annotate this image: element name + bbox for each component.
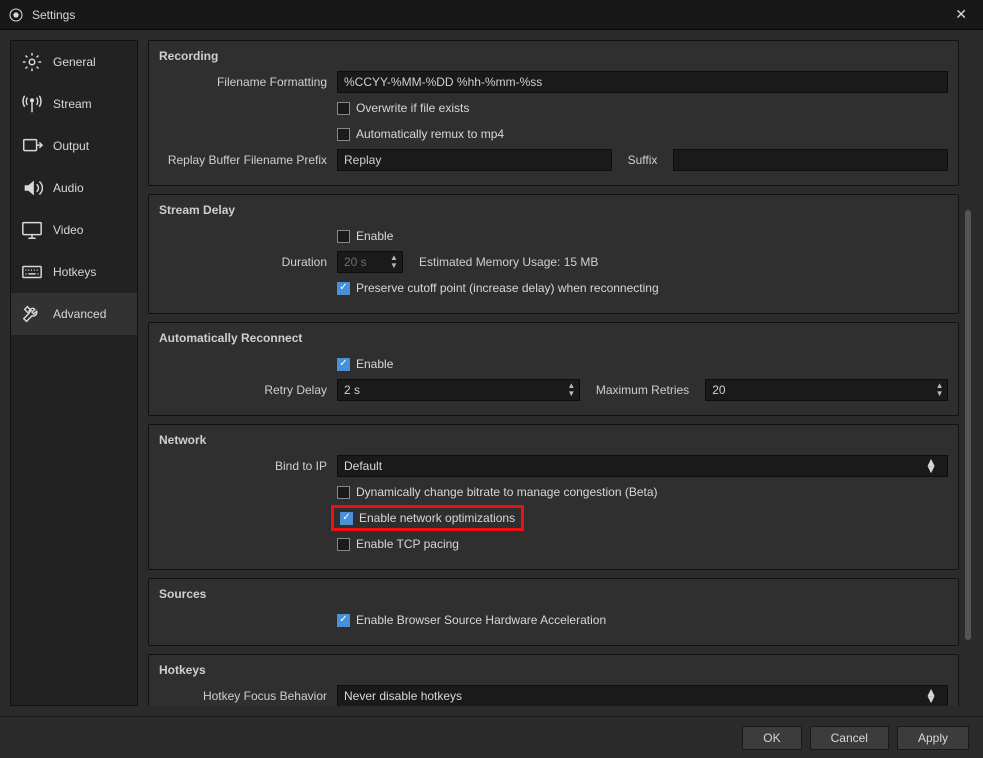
monitor-icon (21, 219, 43, 241)
dialog-footer: OK Cancel Apply (0, 716, 983, 758)
sidebar-item-label: Output (53, 139, 89, 153)
spinner-arrows-icon[interactable]: ▲▼ (932, 382, 947, 398)
reconnect-enable-checkbox[interactable]: ✓Enable (337, 357, 393, 371)
replay-prefix-label: Replay Buffer Filename Prefix (159, 153, 337, 167)
sidebar-item-label: General (53, 55, 96, 69)
hotkey-focus-label: Hotkey Focus Behavior (159, 689, 337, 703)
section-title: Network (159, 433, 948, 447)
section-title: Recording (159, 49, 948, 63)
duration-spinner[interactable]: ▲▼ (337, 251, 403, 273)
sidebar-item-label: Video (53, 223, 83, 237)
sidebar-item-label: Advanced (53, 307, 106, 321)
checkbox-label: Enable TCP pacing (356, 537, 459, 551)
sources-section: Sources ✓Enable Browser Source Hardware … (148, 578, 959, 646)
retry-delay-spinner[interactable]: ▲▼ (337, 379, 580, 401)
title-bar: Settings ✕ (0, 0, 983, 30)
tools-icon (21, 303, 43, 325)
ok-button[interactable]: OK (742, 726, 801, 750)
sidebar-item-stream[interactable]: Stream (11, 83, 137, 125)
gear-icon (21, 51, 43, 73)
suffix-label: Suffix (620, 153, 666, 167)
filename-formatting-input[interactable] (337, 71, 948, 93)
cancel-button[interactable]: Cancel (810, 726, 889, 750)
dropdown-arrows-icon: ▲▼ (925, 689, 941, 703)
sidebar-item-hotkeys[interactable]: Hotkeys (11, 251, 137, 293)
output-icon (21, 135, 43, 157)
settings-sidebar: General Stream Output Audio Video Hotkey… (10, 40, 138, 706)
apply-button[interactable]: Apply (897, 726, 969, 750)
browser-hw-accel-checkbox[interactable]: ✓Enable Browser Source Hardware Accelera… (337, 613, 606, 627)
recording-section: Recording Filename Formatting Overwrite … (148, 40, 959, 186)
window-title: Settings (32, 8, 75, 22)
max-retries-label: Maximum Retries (588, 383, 697, 397)
sidebar-item-general[interactable]: General (11, 41, 137, 83)
retry-delay-label: Retry Delay (159, 383, 337, 397)
app-icon (8, 7, 24, 23)
hotkeys-section: Hotkeys Hotkey Focus Behavior Never disa… (148, 654, 959, 706)
network-section: Network Bind to IP Default▲▼ Dynamically… (148, 424, 959, 570)
spinner-arrows-icon[interactable]: ▲▼ (386, 254, 402, 270)
bind-to-ip-label: Bind to IP (159, 459, 337, 473)
max-retries-spinner[interactable]: ▲▼ (705, 379, 948, 401)
stream-delay-enable-checkbox[interactable]: Enable (337, 229, 393, 243)
highlighted-option: ✓Enable network optimizations (331, 505, 524, 531)
sidebar-item-video[interactable]: Video (11, 209, 137, 251)
checkbox-label: Enable (356, 229, 393, 243)
section-title: Automatically Reconnect (159, 331, 948, 345)
antenna-icon (21, 93, 43, 115)
estimated-memory-label: Estimated Memory Usage: 15 MB (411, 255, 606, 269)
sidebar-item-advanced[interactable]: Advanced (11, 293, 137, 335)
keyboard-icon (21, 261, 43, 283)
scrollbar-thumb[interactable] (965, 210, 971, 640)
checkbox-label: Dynamically change bitrate to manage con… (356, 485, 658, 499)
sidebar-item-label: Hotkeys (53, 265, 96, 279)
audio-icon (21, 177, 43, 199)
close-icon[interactable]: ✕ (947, 2, 975, 27)
spinner-arrows-icon[interactable]: ▲▼ (564, 382, 579, 398)
dropdown-arrows-icon: ▲▼ (925, 459, 941, 473)
sidebar-item-audio[interactable]: Audio (11, 167, 137, 209)
checkbox-label: Automatically remux to mp4 (356, 127, 504, 141)
checkbox-label: Enable Browser Source Hardware Accelerat… (356, 613, 606, 627)
bind-to-ip-dropdown[interactable]: Default▲▼ (337, 455, 948, 477)
tcp-pacing-checkbox[interactable]: Enable TCP pacing (337, 537, 459, 551)
replay-prefix-input[interactable] (337, 149, 612, 171)
checkbox-label: Enable (356, 357, 393, 371)
checkbox-label: Overwrite if file exists (356, 101, 469, 115)
auto-reconnect-section: Automatically Reconnect ✓Enable Retry De… (148, 322, 959, 416)
dynamic-bitrate-checkbox[interactable]: Dynamically change bitrate to manage con… (337, 485, 658, 499)
stream-delay-section: Stream Delay Enable Duration ▲▼ Estimate… (148, 194, 959, 314)
duration-label: Duration (159, 255, 337, 269)
checkbox-label: Enable network optimizations (359, 511, 515, 525)
auto-remux-checkbox[interactable]: Automatically remux to mp4 (337, 127, 504, 141)
settings-content: Recording Filename Formatting Overwrite … (148, 40, 973, 706)
sidebar-item-label: Stream (53, 97, 92, 111)
network-optimizations-checkbox[interactable]: ✓Enable network optimizations (340, 511, 515, 525)
section-title: Stream Delay (159, 203, 948, 217)
checkbox-label: Preserve cutoff point (increase delay) w… (356, 281, 659, 295)
replay-suffix-input[interactable] (673, 149, 948, 171)
hotkey-focus-dropdown[interactable]: Never disable hotkeys▲▼ (337, 685, 948, 706)
overwrite-checkbox[interactable]: Overwrite if file exists (337, 101, 469, 115)
preserve-cutoff-checkbox[interactable]: ✓Preserve cutoff point (increase delay) … (337, 281, 659, 295)
sidebar-item-label: Audio (53, 181, 84, 195)
sidebar-item-output[interactable]: Output (11, 125, 137, 167)
section-title: Sources (159, 587, 948, 601)
filename-formatting-label: Filename Formatting (159, 75, 337, 89)
section-title: Hotkeys (159, 663, 948, 677)
